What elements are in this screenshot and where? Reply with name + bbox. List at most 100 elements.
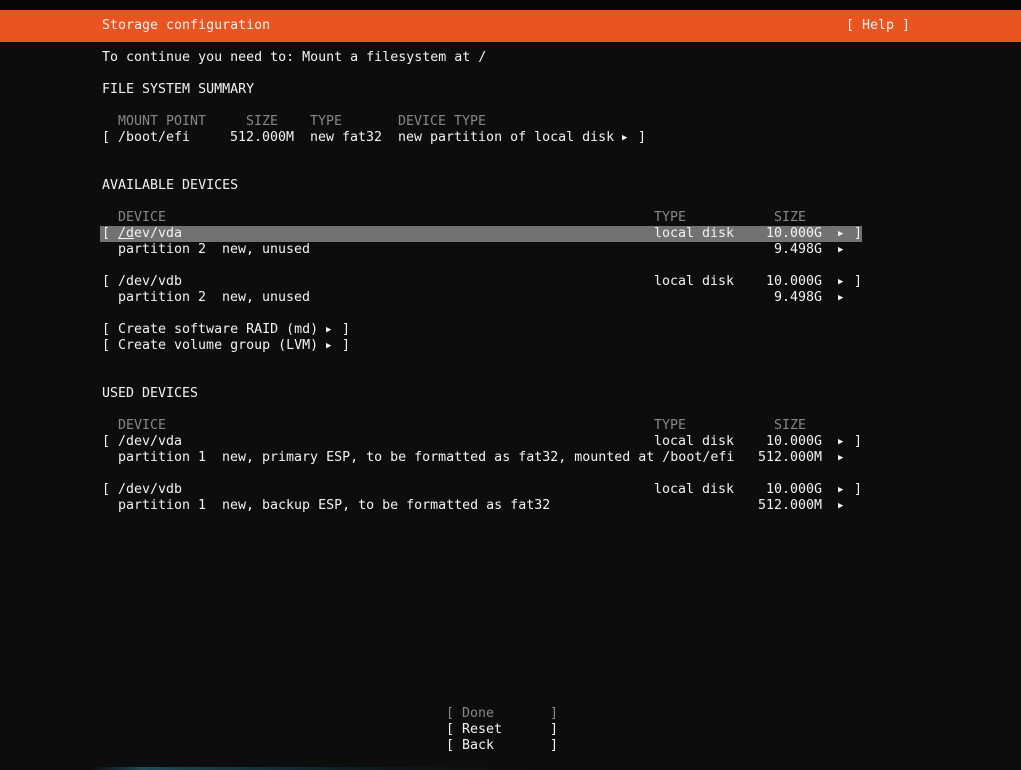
forward-arrow-icon: ▶ (838, 450, 843, 466)
bracket-open: [ (446, 722, 454, 738)
device-type: local disk (654, 434, 734, 450)
bracket-open: [ (102, 338, 110, 354)
device-type-value: new partition of local disk (398, 130, 614, 146)
bracket-close: ] (854, 274, 862, 290)
intro-row: To continue you need to: Mount a filesys… (0, 50, 1021, 66)
bracket-open: [ (102, 130, 110, 146)
col-header-mount-point: MOUNT POINT (118, 114, 206, 130)
partition-info: new, primary ESP, to be formatted as fat… (222, 450, 734, 466)
device-row-vdb-available[interactable]: [ /dev/vdb local disk 10.000G ▶ ] (0, 274, 1021, 290)
col-header-type: TYPE (310, 114, 342, 130)
device-row-vda-used[interactable]: [ /dev/vda local disk 10.000G ▶ ] (0, 434, 1021, 450)
forward-arrow-icon: ▶ (326, 322, 331, 338)
bracket-close: ] (342, 322, 350, 338)
partition-info: new, backup ESP, to be formatted as fat3… (222, 498, 550, 514)
col-header-size: SIZE (246, 114, 278, 130)
partition-row-vdb-available[interactable]: partition 2 new, unused 9.498G ▶ (0, 290, 1021, 306)
partition-row-vdb-used[interactable]: partition 1 new, backup ESP, to be forma… (0, 498, 1021, 514)
bracket-open: [ (446, 738, 454, 754)
device-name: /dev/vda (118, 434, 182, 450)
page-title: Storage configuration (102, 18, 270, 34)
bracket-open: [ (102, 322, 110, 338)
available-header-row: DEVICE TYPE SIZE (0, 210, 1021, 226)
fs-summary-title: FILE SYSTEM SUMMARY (102, 82, 254, 98)
type-value: new fat32 (310, 130, 382, 146)
header-bar: Storage configuration [ Help ] (0, 10, 1021, 42)
col-header-type: TYPE (654, 418, 686, 434)
device-size: 10.000G (742, 274, 822, 290)
forward-arrow-icon: ▶ (838, 226, 843, 242)
device-type: local disk (654, 226, 734, 242)
used-header-row: DEVICE TYPE SIZE (0, 418, 1021, 434)
partition-label: partition 2 (118, 290, 206, 306)
partition-size: 512.000M (742, 498, 822, 514)
device-row-vdb-used[interactable]: [ /dev/vdb local disk 10.000G ▶ ] (0, 482, 1021, 498)
mount-point-value: /boot/efi (118, 130, 190, 146)
forward-arrow-icon: ▶ (838, 242, 843, 258)
forward-arrow-icon: ▶ (838, 482, 843, 498)
forward-arrow-icon: ▶ (838, 434, 843, 450)
device-type: local disk (654, 274, 734, 290)
create-lvm-button[interactable]: [ Create volume group (LVM) ▶ ] (0, 338, 1021, 354)
col-header-device: DEVICE (118, 210, 166, 226)
reset-button[interactable]: [ Reset ] (0, 722, 1021, 738)
back-label: Back (462, 738, 494, 754)
create-raid-label: Create software RAID (md) (118, 322, 318, 338)
available-devices-section: AVAILABLE DEVICES (0, 178, 1021, 194)
col-header-device-type: DEVICE TYPE (398, 114, 486, 130)
intro-text: To continue you need to: Mount a filesys… (102, 50, 486, 66)
partition-label: partition 2 (118, 242, 206, 258)
partition-row-vda-used[interactable]: partition 1 new, primary ESP, to be form… (0, 450, 1021, 466)
col-header-type: TYPE (654, 210, 686, 226)
bracket-open: [ (102, 482, 110, 498)
device-name: /dev/vda (118, 226, 182, 242)
bracket-close: ] (638, 130, 646, 146)
forward-arrow-icon: ▶ (838, 498, 843, 514)
help-button[interactable]: [ Help ] (846, 18, 910, 34)
create-raid-button[interactable]: [ Create software RAID (md) ▶ ] (0, 322, 1021, 338)
device-size: 10.000G (742, 482, 822, 498)
partition-size: 512.000M (742, 450, 822, 466)
device-name: /dev/vdb (118, 482, 182, 498)
forward-arrow-icon: ▶ (838, 290, 843, 306)
bracket-close: ] (550, 738, 558, 754)
partition-info: new, unused (222, 290, 310, 306)
partition-row-vda-available[interactable]: partition 2 new, unused 9.498G ▶ (0, 242, 1021, 258)
device-size: 10.000G (742, 226, 822, 242)
col-header-device: DEVICE (118, 418, 166, 434)
device-size: 10.000G (742, 434, 822, 450)
partition-size: 9.498G (742, 290, 822, 306)
back-button[interactable]: [ Back ] (0, 738, 1021, 754)
device-type: local disk (654, 482, 734, 498)
col-header-size: SIZE (774, 418, 806, 434)
forward-arrow-icon: ▶ (622, 130, 627, 146)
used-devices-title: USED DEVICES (102, 386, 198, 402)
reset-label: Reset (462, 722, 502, 738)
size-value: 512.000M (214, 130, 294, 146)
bracket-close: ] (854, 482, 862, 498)
used-devices-section: USED DEVICES (0, 386, 1021, 402)
bracket-close: ] (854, 226, 862, 242)
partition-label: partition 1 (118, 450, 206, 466)
bracket-close: ] (550, 706, 558, 722)
create-lvm-label: Create volume group (LVM) (118, 338, 318, 354)
forward-arrow-icon: ▶ (326, 338, 331, 354)
device-name: /dev/vdb (118, 274, 182, 290)
fs-summary-header-row: MOUNT POINT SIZE TYPE DEVICE TYPE (0, 114, 1021, 130)
fs-summary-row-boot-efi[interactable]: [ /boot/efi 512.000M new fat32 new parti… (0, 130, 1021, 146)
bracket-close: ] (854, 434, 862, 450)
forward-arrow-icon: ▶ (838, 274, 843, 290)
device-row-vda-available[interactable]: [ /dev/vda local disk 10.000G ▶ ] (0, 226, 1021, 242)
bracket-open: [ (446, 706, 454, 722)
top-strip (0, 0, 1021, 10)
fs-summary-section: FILE SYSTEM SUMMARY (0, 82, 1021, 98)
done-label: Done (462, 706, 494, 722)
available-devices-title: AVAILABLE DEVICES (102, 178, 238, 194)
partition-info: new, unused (222, 242, 310, 258)
partition-label: partition 1 (118, 498, 206, 514)
bracket-close: ] (550, 722, 558, 738)
partition-size: 9.498G (742, 242, 822, 258)
bracket-open: [ (102, 434, 110, 450)
bracket-open: [ (102, 226, 110, 242)
done-button[interactable]: [ Done ] (0, 706, 1021, 722)
